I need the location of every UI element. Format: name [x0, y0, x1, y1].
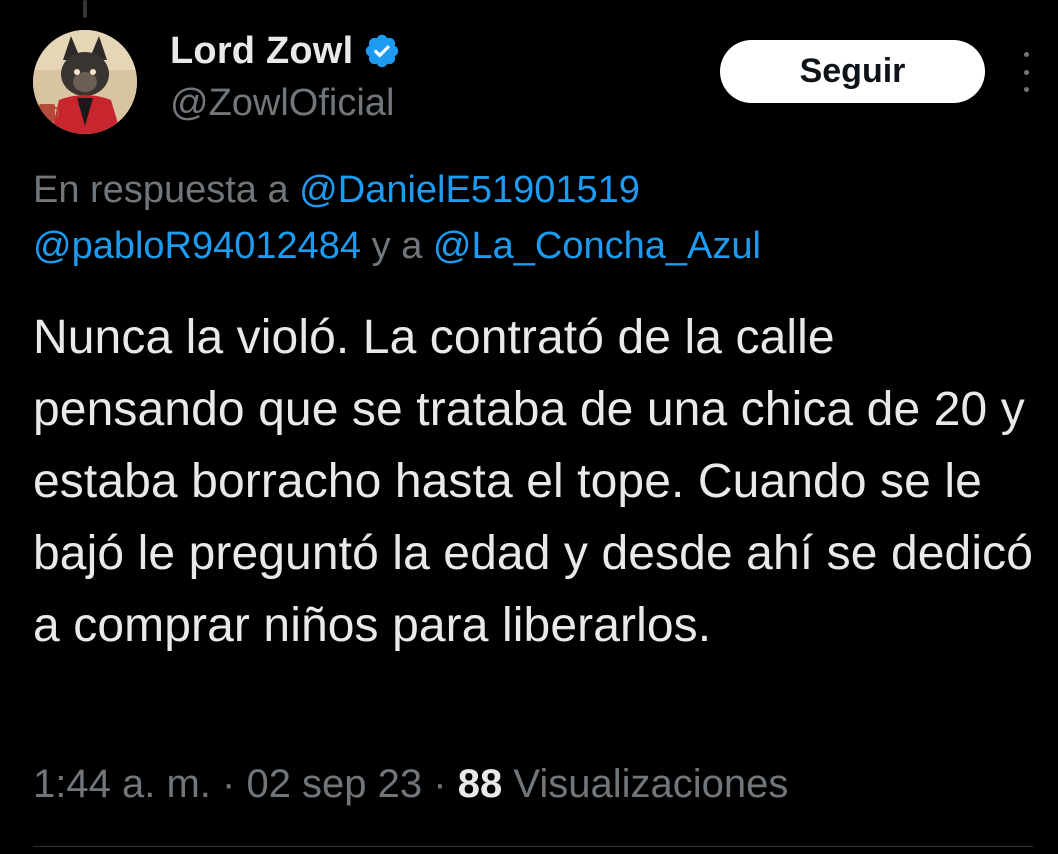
- tweet-text: Nunca la violó. La contrató de la calle …: [33, 311, 1034, 652]
- verified-badge-icon: [363, 32, 401, 70]
- mention-link[interactable]: @DanielE51901519: [299, 169, 640, 211]
- mention-link[interactable]: @pabloR94012484: [33, 225, 361, 267]
- meta-separator: ·: [222, 762, 236, 806]
- views-count: 88: [457, 762, 503, 806]
- tweet-date[interactable]: 02 sep 23: [246, 762, 422, 806]
- tweet-time[interactable]: 1:44 a. m.: [33, 762, 211, 806]
- reply-prefix: En respuesta a: [33, 169, 289, 211]
- mention-link[interactable]: @La_Concha_Azul: [433, 225, 761, 267]
- author-handle[interactable]: @ZowlOficial: [170, 82, 394, 125]
- reply-connector: y a: [371, 225, 423, 267]
- more-options-icon[interactable]: [1016, 52, 1036, 92]
- author-name-row[interactable]: Lord Zowl: [170, 26, 401, 76]
- reply-context: En respuesta a @DanielE51901519 @pabloR9…: [33, 162, 1033, 274]
- author-display-name[interactable]: Lord Zowl: [170, 30, 353, 73]
- avatar[interactable]: [33, 30, 137, 134]
- tweet-meta: 1:44 a. m. · 02 sep 23 · 88 Visualizacio…: [33, 762, 788, 807]
- thread-connector-line: [83, 0, 87, 18]
- follow-button[interactable]: Seguir: [720, 40, 985, 103]
- divider: [33, 846, 1033, 847]
- avatar-image: [33, 30, 137, 134]
- meta-separator: ·: [433, 762, 447, 806]
- views-label: Visualizaciones: [513, 762, 789, 806]
